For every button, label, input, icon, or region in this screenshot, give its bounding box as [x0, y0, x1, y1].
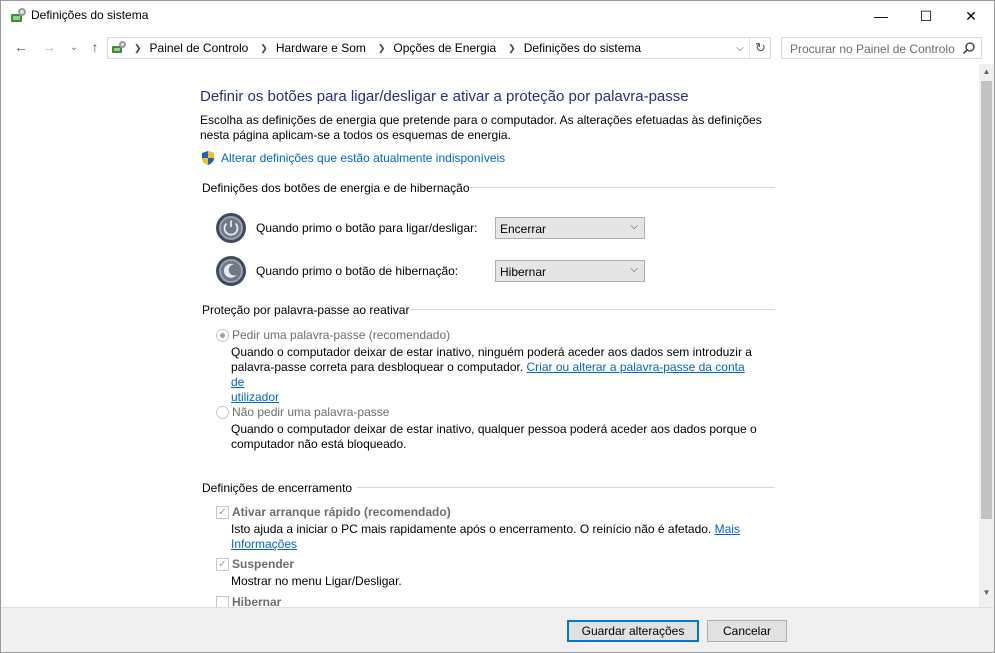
checkmark-icon: ✓	[218, 506, 227, 518]
section-divider	[410, 309, 775, 310]
require-password-radio[interactable]	[216, 329, 229, 342]
checkmark-icon: ✓	[218, 558, 227, 570]
scroll-down-arrow-icon[interactable]: ▼	[979, 585, 994, 600]
sleep-checkbox[interactable]: ✓	[216, 558, 229, 571]
search-box[interactable]: Procurar no Painel de Controlo	[781, 37, 982, 59]
fast-startup-desc-text: Isto ajuda a iniciar o PC mais rapidamen…	[231, 522, 715, 536]
create-password-link-cont[interactable]: utilizador	[231, 390, 279, 404]
power-buttons-section-title: Definições dos botões de energia e de hi…	[202, 181, 470, 195]
breadcrumb-hardware-sound[interactable]: Hardware e Som	[276, 41, 366, 55]
require-password-desc-line1: Quando o computador deixar de estar inat…	[231, 345, 752, 359]
no-password-description: Quando o computador deixar de estar inat…	[231, 422, 757, 451]
power-button-action-select[interactable]: Encerrar ⌵	[495, 217, 645, 239]
fast-startup-description: Isto ajuda a iniciar o PC mais rapidamen…	[231, 522, 771, 552]
forward-button[interactable]: →	[39, 37, 59, 57]
power-options-icon	[11, 8, 26, 22]
scroll-up-arrow-icon[interactable]: ▲	[979, 64, 994, 79]
breadcrumb-power-options[interactable]: Opções de Energia	[393, 41, 496, 55]
refresh-button[interactable]: ↻	[749, 38, 771, 58]
vertical-scrollbar[interactable]: ▲ ▼	[979, 64, 994, 607]
maximize-button[interactable]: ☐	[903, 1, 949, 31]
title-bar: Definições do sistema — ☐ ✕	[1, 1, 994, 31]
system-settings-window: Definições do sistema — ☐ ✕ ← → ⌄ ↑ ❯ Pa…	[0, 0, 995, 653]
intro-text: Escolha as definições de energia que pre…	[200, 113, 762, 142]
content-area: Definir os botões para ligar/desligar e …	[1, 64, 979, 607]
save-changes-button[interactable]: Guardar alterações	[567, 620, 699, 642]
change-unavailable-settings-link[interactable]: Alterar definições que estão atualmente …	[200, 150, 505, 166]
back-button[interactable]: ←	[11, 37, 31, 57]
shutdown-section-title: Definições de encerramento	[202, 481, 353, 495]
up-button[interactable]: ↑	[85, 37, 105, 57]
chevron-right-icon[interactable]: ❯	[508, 43, 516, 54]
breadcrumb: ❯ Painel de Controlo ❯ Hardware e Som ❯ …	[132, 41, 641, 55]
search-placeholder: Procurar no Painel de Controlo	[790, 42, 955, 56]
close-button[interactable]: ✕	[948, 1, 994, 31]
chevron-right-icon[interactable]: ❯	[134, 43, 142, 54]
more-info-link-cont[interactable]: Informações	[231, 537, 297, 551]
require-password-desc-line2: palavra-passe correta para desbloquear o…	[231, 360, 527, 374]
dialog-footer: Guardar alterações Cancelar	[1, 607, 994, 652]
fast-startup-label: Ativar arranque rápido (recomendado)	[232, 505, 451, 519]
breadcrumb-control-panel[interactable]: Painel de Controlo	[150, 41, 249, 55]
sleep-button-action-value: Hibernar	[500, 265, 547, 279]
no-password-label: Não pedir uma palavra-passe	[232, 405, 390, 419]
navigation-bar: ← → ⌄ ↑ ❯ Painel de Controlo ❯ Hardware …	[1, 32, 994, 64]
sleep-button-label: Quando primo o botão de hibernação:	[256, 264, 459, 278]
address-bar[interactable]: ❯ Painel de Controlo ❯ Hardware e Som ❯ …	[107, 37, 771, 59]
section-divider	[470, 187, 775, 188]
search-icon[interactable]	[962, 41, 976, 55]
control-panel-icon	[112, 41, 126, 53]
require-password-label: Pedir uma palavra-passe (recomendado)	[232, 328, 451, 342]
chevron-down-icon: ⌵	[630, 221, 638, 232]
power-button-icon	[216, 213, 246, 243]
power-button-action-value: Encerrar	[500, 222, 547, 236]
hibernate-checkbox[interactable]	[216, 596, 229, 607]
chevron-down-icon: ⌵	[630, 264, 638, 275]
minimize-button[interactable]: —	[858, 1, 904, 31]
password-section-title: Proteção por palavra-passe ao reativar	[202, 303, 410, 317]
more-info-link[interactable]: Mais	[715, 522, 740, 536]
no-password-radio[interactable]	[216, 406, 229, 419]
breadcrumb-system-settings[interactable]: Definições do sistema	[524, 41, 641, 55]
window-title: Definições do sistema	[31, 8, 149, 22]
require-password-description: Quando o computador deixar de estar inat…	[231, 345, 761, 405]
hibernate-label: Hibernar	[232, 595, 282, 607]
fast-startup-checkbox[interactable]: ✓	[216, 506, 229, 519]
chevron-right-icon[interactable]: ❯	[378, 43, 386, 54]
sleep-button-action-select[interactable]: Hibernar ⌵	[495, 260, 645, 282]
scrollbar-thumb[interactable]	[981, 81, 992, 519]
sleep-button-icon	[216, 256, 246, 286]
chevron-right-icon[interactable]: ❯	[260, 43, 268, 54]
chevron-down-icon[interactable]: ⌵	[732, 40, 748, 56]
recent-locations-button[interactable]: ⌄	[64, 37, 84, 57]
sleep-description: Mostrar no menu Ligar/Desligar.	[231, 574, 402, 588]
cancel-button[interactable]: Cancelar	[707, 620, 787, 642]
change-unavailable-settings-label[interactable]: Alterar definições que estão atualmente …	[221, 151, 505, 165]
uac-shield-icon	[202, 151, 214, 165]
section-divider	[357, 487, 775, 488]
page-title: Definir os botões para ligar/desligar e …	[200, 88, 689, 105]
sleep-label: Suspender	[232, 557, 295, 571]
power-button-label: Quando primo o botão para ligar/desligar…	[256, 221, 478, 235]
